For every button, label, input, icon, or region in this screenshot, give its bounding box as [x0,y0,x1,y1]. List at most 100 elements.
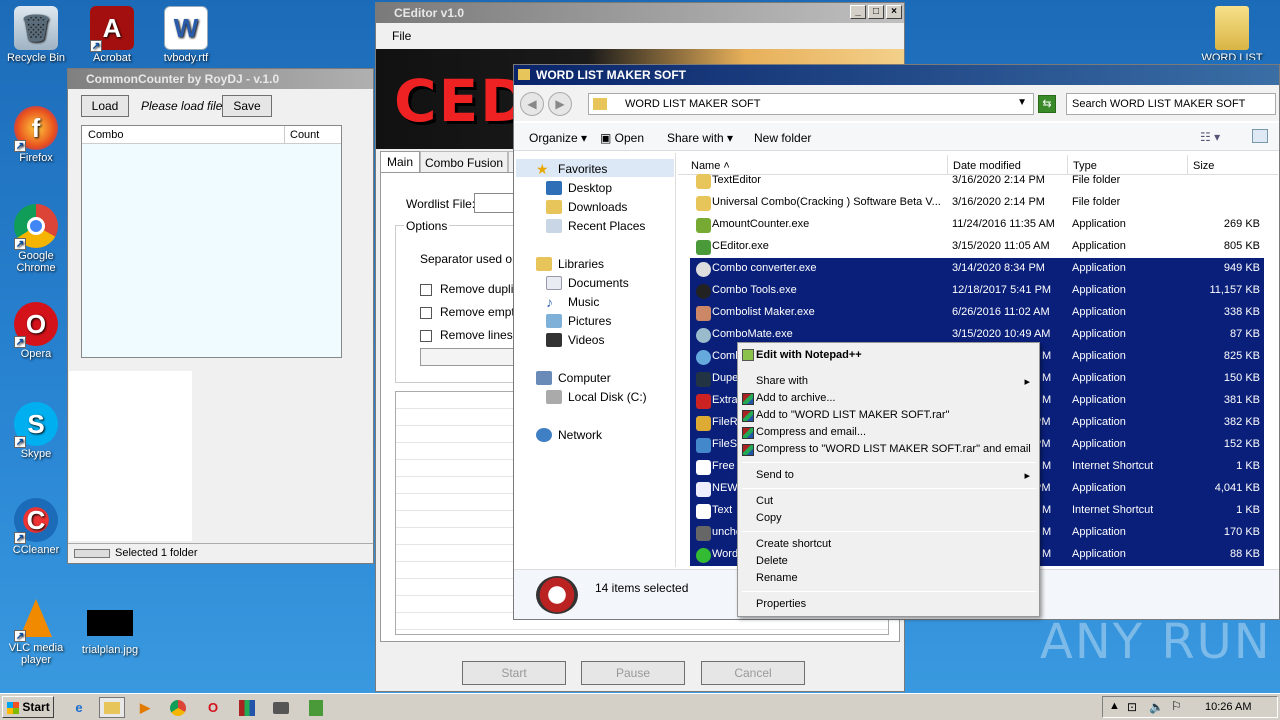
menu-item-properties[interactable]: Properties [756,598,806,610]
menu-item-add-rar[interactable]: Add to "WORD LIST MAKER SOFT.rar" [756,409,949,421]
ceditor-taskbar-icon[interactable] [303,697,329,718]
navigation-pane: ★ Favorites Desktop Downloads Recent Plac… [514,153,676,567]
menu-item-compress-email[interactable]: Compress and email... [756,426,866,438]
folder-icon [1215,6,1249,50]
list-item[interactable]: TextEditor 3/16/2020 2:14 PM File folder [690,170,1264,192]
pause-button[interactable]: Pause [581,661,685,685]
menu-item-create-shortcut[interactable]: Create shortcut [756,538,831,550]
remove-duplicates-checkbox[interactable]: Remove duplica [420,282,526,296]
list-item[interactable]: CEditor.exe 3/15/2020 11:05 AM Application… [690,236,1264,258]
explorer-taskbar-icon[interactable] [99,697,125,718]
start-button[interactable]: Start [2,696,54,718]
menu-item-compress-rar-email[interactable]: Compress to "WORD LIST MAKER SOFT.rar" a… [756,443,1031,455]
videos-icon [546,333,562,347]
menu-item-copy[interactable]: Copy [756,512,782,524]
menu-item-send-to[interactable]: Send to ▸ [756,469,1030,482]
file-menu[interactable]: File [392,29,411,43]
combo-column-header[interactable]: Combo [88,129,123,141]
chrome-taskbar-icon[interactable] [165,697,191,718]
cancel-button[interactable]: Cancel [701,661,805,685]
address-bar[interactable]: WORD LIST MAKER SOFT ▼ [588,93,1034,115]
application-icon [696,394,711,409]
media-player-taskbar-icon[interactable]: ▶ [132,697,158,718]
menu-item-cut[interactable]: Cut [756,495,773,507]
maximize-button[interactable]: □ [868,5,884,19]
firefox-shortcut[interactable]: f ↗ Firefox [0,106,72,164]
tvbody-file[interactable]: W tvbody.rtf [150,6,222,64]
clock[interactable]: 10:26 AM [1205,701,1251,713]
list-item[interactable]: Combolist Maker.exe 6/26/2016 11:02 AM App… [690,302,1264,324]
list-item[interactable]: Combo Tools.exe 12/18/2017 5:41 PM Applica… [690,280,1264,302]
word-list-folder-shortcut[interactable]: WORD LIST ... [1196,6,1268,60]
nav-desktop[interactable]: Desktop [546,181,612,195]
opera-taskbar-icon[interactable]: O [200,697,226,718]
view-options-icon[interactable]: ☷ ▾ [1200,130,1220,144]
menu-item-edit-notepad[interactable]: Edit with Notepad++ [756,349,862,361]
chevron-up-icon[interactable]: ▲ [1109,700,1120,712]
trialplan-file[interactable]: trialplan.jpg [74,610,146,656]
nav-libraries[interactable]: Libraries [536,257,604,271]
network-tray-icon[interactable]: ⊡ [1127,700,1137,714]
nav-local-disk[interactable]: Local Disk (C:) [546,390,647,404]
new-folder-button[interactable]: New folder [754,131,811,145]
chevron-down-icon[interactable]: ▼ [1017,97,1027,108]
forward-arrow-icon[interactable]: ▶ [548,92,572,116]
common-counter-titlebar[interactable]: CommonCounter by RoyDJ - v.1.0 [68,69,373,89]
search-input[interactable]: Search WORD LIST MAKER SOFT [1066,93,1276,115]
menu-item-share-with[interactable]: Share with ▸ [756,375,1030,388]
desktop-icon-label: Opera [20,348,52,360]
start-button[interactable]: Start [462,661,566,685]
nav-videos[interactable]: Videos [546,333,604,347]
share-with-button[interactable]: Share with ▾ [667,131,733,145]
ie-taskbar-icon[interactable]: e [66,697,92,718]
nav-recent-places[interactable]: Recent Places [546,219,645,233]
winrar-icon [742,410,754,422]
organize-button[interactable]: Organize ▾ [529,131,587,145]
nav-pictures[interactable]: Pictures [546,314,611,328]
volume-icon[interactable]: 🔈 [1149,700,1164,714]
remove-lines-checkbox[interactable]: Remove lines w [420,328,525,342]
count-column-header[interactable]: Count [290,129,319,141]
vlc-shortcut[interactable]: ↗ VLC media player [0,596,72,666]
menu-item-rename[interactable]: Rename [756,572,798,584]
preview-pane-icon[interactable] [1252,129,1268,143]
opera-shortcut[interactable]: O ↗ Opera [0,302,72,360]
chrome-shortcut[interactable]: ↗ Google Chrome [0,204,72,274]
recycle-bin-shortcut[interactable]: 🗑 Recycle Bin [0,6,72,64]
explorer-titlebar[interactable]: WORD LIST MAKER SOFT [514,65,1279,85]
combo-list[interactable]: Combo Count [81,125,342,358]
action-center-flag-icon[interactable]: ⚐ [1171,699,1182,713]
tab-main[interactable]: Main [380,151,421,173]
recent-places-icon [546,219,562,233]
skype-shortcut[interactable]: S ↗ Skype [0,402,72,460]
nav-computer[interactable]: Computer [536,371,611,385]
menu-item-delete[interactable]: Delete [756,555,788,567]
ccleaner-shortcut[interactable]: C ↗ CCleaner [0,498,72,556]
nav-network[interactable]: Network [536,428,602,442]
nav-downloads[interactable]: Downloads [546,200,627,214]
ceditor-titlebar[interactable]: CEditor v1.0 _ □ × [376,3,904,23]
nav-documents[interactable]: Documents [546,276,629,290]
tab-combo-fusion[interactable]: Combo Fusion [420,151,509,173]
list-item[interactable]: Combo converter.exe 3/14/2020 8:34 PM Appl… [690,258,1264,280]
remove-empty-checkbox[interactable]: Remove empty [420,305,521,319]
menu-separator [742,591,1036,592]
common-counter-taskbar-icon[interactable] [268,697,294,718]
application-icon [696,328,711,343]
refresh-icon[interactable]: ⇆ [1038,95,1056,113]
load-button[interactable]: Load [81,95,129,117]
open-button[interactable]: ▣ Open [600,131,644,145]
list-item[interactable]: AmountCounter.exe 11/24/2016 11:35 AM Appl… [690,214,1264,236]
back-arrow-icon[interactable]: ◀ [520,92,544,116]
nav-favorites[interactable]: ★ Favorites [536,162,607,176]
minimize-button[interactable]: _ [850,5,866,19]
close-button[interactable]: × [886,5,902,19]
menu-item-add-archive[interactable]: Add to archive... [756,392,836,404]
acrobat-shortcut[interactable]: A ↗ Acrobat [76,6,148,64]
winrar-taskbar-icon[interactable] [234,697,260,718]
desktop-icon-label: Skype [20,448,52,460]
save-button[interactable]: Save [222,95,272,117]
list-item[interactable]: Universal Combo(Cracking ) Software Beta… [690,192,1264,214]
nav-music[interactable]: ♪ Music [546,295,599,309]
application-icon [696,482,711,497]
